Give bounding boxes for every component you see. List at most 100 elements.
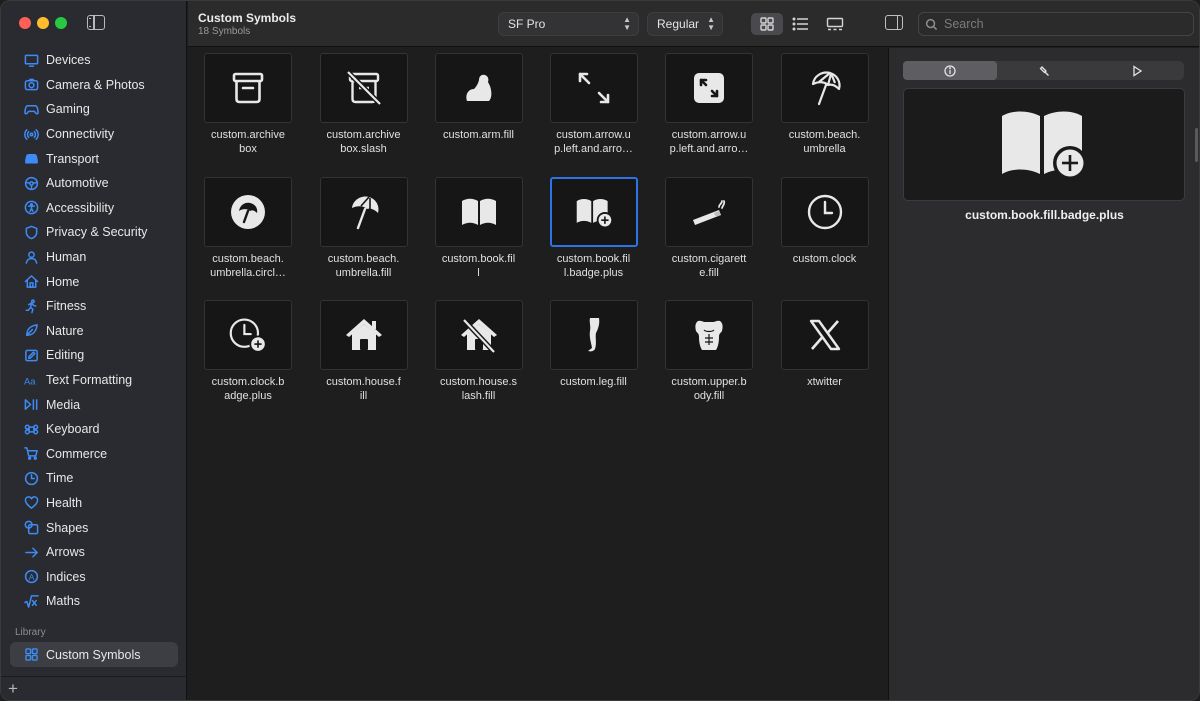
sidebar-toggle-icon[interactable] (87, 15, 105, 30)
sidebar-item-commerce[interactable]: Commerce (1, 442, 187, 467)
grid-icon (760, 17, 774, 31)
house-icon (23, 274, 39, 290)
sidebar-item-label: Text Formatting (46, 373, 133, 388)
symbol-cell[interactable]: custom.house.f ill (304, 295, 416, 413)
sidebar-item-accessibility[interactable]: Accessibility (1, 196, 187, 221)
symbol-cell[interactable]: custom.beach. umbrella.fill (304, 172, 416, 290)
toolbar: Custom Symbols 18 Symbols SF Pro ▲ ▼ Regu… (188, 1, 1199, 47)
search-field[interactable] (918, 12, 1194, 36)
symbol-cell[interactable]: custom.upper.b ody.fill (649, 295, 761, 413)
sidebar-item-nature[interactable]: Nature (1, 319, 187, 344)
lock-icon (23, 224, 39, 240)
play-pause-icon (23, 397, 39, 413)
sidebar-item-time[interactable]: Time (1, 466, 187, 491)
symbol-cell[interactable]: custom.leg.fill (534, 295, 646, 413)
symbol-name: custom.arm.fill (443, 129, 514, 141)
font-select[interactable]: SF Pro ▲ ▼ (498, 12, 639, 36)
beach-umbrella-fill-icon (319, 176, 408, 247)
sidebar-item-shapes[interactable]: Shapes (1, 515, 187, 540)
symbol-name: custom.house.s lash.fill (439, 376, 518, 402)
symbol-name: custom.archive box.slash (326, 129, 401, 155)
symbol-cell[interactable]: custom.arm.fill (419, 48, 531, 166)
sidebar: Devices Camera & Photos Gaming Connectivity… (1, 1, 187, 700)
accessibility-icon (23, 200, 39, 216)
sidebar-item-fitness[interactable]: Fitness (1, 294, 187, 319)
sqrt-icon (23, 593, 39, 609)
archivebox-icon (204, 53, 292, 123)
symbol-cell[interactable]: custom.arrow.u p.left.and.arro… (649, 48, 761, 166)
sidebar-item-label: Gaming (46, 102, 90, 117)
sidebar-item-transport[interactable]: Transport (1, 146, 187, 171)
list-view-button[interactable] (785, 13, 817, 35)
tab-info[interactable] (903, 61, 997, 80)
grid-view-button[interactable] (751, 13, 783, 35)
gallery-view-button[interactable] (819, 13, 851, 35)
sidebar-item-indices[interactable]: A Indices (1, 564, 187, 589)
inspector-toggle-icon[interactable] (885, 15, 903, 30)
app-window: Devices Camera & Photos Gaming Connectivity… (0, 0, 1200, 701)
minimize-window-button[interactable] (37, 17, 49, 29)
sidebar-item-camera-photos[interactable]: Camera & Photos (1, 73, 187, 98)
symbol-cell[interactable]: custom.book.fil l (419, 172, 531, 290)
tab-preview[interactable] (1090, 61, 1184, 80)
tab-tools[interactable] (997, 61, 1091, 80)
symbol-cell[interactable]: custom.archive box.slash (304, 48, 416, 166)
symbol-name: custom.cigarett e.fill (671, 252, 747, 279)
search-input[interactable] (944, 17, 1184, 31)
symbol-cell[interactable]: custom.clock (765, 172, 877, 290)
selected-symbol-name: custom.book.fill.badge.plus (965, 208, 1124, 222)
sidebar-item-privacy-security[interactable]: Privacy & Security (1, 220, 187, 245)
sidebar-item-label: Custom Symbols (46, 647, 141, 662)
sidebar-item-connectivity[interactable]: Connectivity (1, 122, 187, 147)
sidebar-item-arrows[interactable]: Arrows (1, 540, 187, 565)
sidebar-item-media[interactable]: Media (1, 392, 187, 417)
sidebar-item-editing[interactable]: Editing (1, 343, 187, 368)
sidebar-item-home[interactable]: Home (1, 269, 187, 294)
weight-select-value: Regular (657, 17, 700, 31)
sidebar-item-custom-symbols[interactable]: Custom Symbols (10, 642, 178, 667)
svg-text:A: A (28, 572, 34, 582)
symbol-name: custom.book.fil l.badge.plus (556, 252, 631, 279)
sidebar-item-label: Home (46, 274, 80, 289)
close-window-button[interactable] (19, 17, 31, 29)
symbol-cell[interactable]: custom.beach. umbrella.circl… (188, 172, 300, 290)
arm-icon (434, 53, 523, 123)
clock-badge-plus-icon (204, 300, 292, 370)
symbol-cell[interactable]: custom.house.s lash.fill (419, 295, 531, 413)
sidebar-item-human[interactable]: Human (1, 245, 187, 270)
sidebar-item-label: Camera & Photos (46, 77, 145, 92)
chevron-up-down-icon: ▲ ▼ (707, 15, 715, 32)
sidebar-item-label: Automotive (46, 176, 109, 191)
sidebar-item-label: Time (46, 471, 74, 486)
symbol-cell[interactable]: custom.beach. umbrella (765, 48, 877, 166)
sidebar-item-keyboard[interactable]: Keyboard (1, 417, 187, 442)
symbol-cell[interactable]: custom.clock.b adge.plus (188, 295, 300, 413)
symbol-cell[interactable]: custom.cigarett e.fill (649, 172, 761, 290)
sidebar-item-gaming[interactable]: Gaming (1, 97, 187, 122)
sidebar-item-health[interactable]: Health (1, 491, 187, 516)
symbol-name: custom.clock.b adge.plus (211, 376, 285, 402)
sidebar-item-devices[interactable]: Devices (1, 48, 187, 73)
inspector-scrollbar[interactable] (1195, 128, 1198, 162)
sidebar-item-text-formatting[interactable]: Aa Text Formatting (1, 368, 187, 393)
sidebar-item-label: Transport (46, 151, 100, 166)
sidebar-item-automotive[interactable]: Automotive (1, 171, 187, 196)
zoom-window-button[interactable] (55, 17, 67, 29)
weight-select[interactable]: Regular ▲ ▼ (647, 12, 723, 36)
symbol-cell[interactable]: custom.arrow.u p.left.and.arro… (534, 48, 646, 166)
category-list: Devices Camera & Photos Gaming Connectivity… (1, 48, 187, 614)
sidebar-item-maths[interactable]: Maths (1, 589, 187, 614)
svg-text:Aa: Aa (24, 376, 36, 386)
heart-icon (23, 495, 39, 511)
symbol-cell[interactable]: custom.archive box (188, 48, 300, 166)
symbol-name: custom.clock (792, 252, 857, 265)
antenna-icon (23, 126, 39, 142)
arrow-diagonal-square-icon (665, 53, 753, 123)
add-icon[interactable]: + (8, 679, 18, 699)
symbol-cell[interactable]: custom.book.fil l.badge.plus (534, 172, 646, 290)
symbol-cell[interactable]: xtwitter (765, 295, 877, 413)
sidebar-item-label: Health (46, 495, 83, 510)
pencil-icon (23, 347, 39, 363)
symbol-name: custom.arrow.u p.left.and.arro… (669, 129, 749, 155)
house-slash-icon (434, 300, 523, 370)
